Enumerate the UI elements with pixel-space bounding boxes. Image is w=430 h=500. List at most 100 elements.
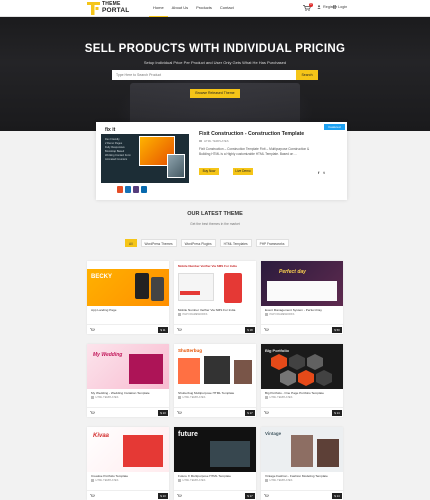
featured-category[interactable]: HTML TEMPLATES (199, 139, 229, 143)
product-title[interactable]: App Landing Page (91, 308, 165, 312)
product-title[interactable]: Mobile Number Verifier Via SMS For India (178, 308, 252, 312)
twitter-icon[interactable]: t (323, 170, 324, 175)
search-input[interactable] (112, 70, 296, 80)
product-thumbnail[interactable]: My Wedding (87, 344, 169, 389)
featured-ribbon: Featured (324, 124, 345, 130)
product-title[interactable]: Creative Portfolio Template (91, 474, 165, 478)
browse-themes-button[interactable]: Browse Released Theme (190, 89, 240, 98)
menu-item-home[interactable]: Home (149, 0, 168, 17)
section-title: OUR LATEST THEME (187, 211, 243, 217)
facebook-icon[interactable]: f (318, 170, 319, 175)
jquery-icon (141, 186, 147, 193)
product-card[interactable]: Kivaa Creative Portfolio Template HTML T… (87, 427, 169, 500)
product-thumbnail[interactable]: Mobile Number Verifier Via SMS For India (174, 261, 256, 306)
product-card[interactable]: future Future X Multipurpose HTML Templa… (174, 427, 256, 500)
product-category[interactable]: HTML TEMPLATES (178, 479, 205, 482)
product-footer: $ 17 (174, 407, 256, 417)
product-card[interactable]: My Wedding My Wedding - Wedding Invitati… (87, 344, 169, 417)
menu-item-about[interactable]: About Us (168, 0, 192, 17)
tag-icon (265, 396, 268, 399)
product-card[interactable]: Vintage Vintage Fashion - Fashion Modeli… (261, 427, 343, 500)
search-button[interactable]: Search (296, 70, 318, 80)
add-to-cart-icon[interactable] (177, 494, 182, 498)
product-category[interactable]: HTML TEMPLATES (178, 396, 205, 399)
main-menu: Home About Us Products Contact (149, 0, 238, 17)
product-title[interactable]: My Wedding - Wedding Invitation Template (91, 391, 165, 395)
device-mockup (204, 356, 230, 384)
add-to-cart-icon[interactable] (177, 328, 182, 332)
thumb-caption: My Wedding (93, 352, 123, 358)
photo-mockup (317, 439, 339, 467)
product-thumbnail[interactable]: future (174, 427, 256, 472)
product-thumbnail[interactable]: Shutterbug (174, 344, 256, 389)
product-title[interactable]: Vintage Fashion - Fashion Modeling Templ… (265, 474, 339, 478)
login-link[interactable]: Login (332, 5, 347, 9)
tab-wordpress-themes[interactable]: WordPress Themes (140, 239, 177, 247)
bootstrap-icon (133, 186, 139, 193)
product-title[interactable]: Event Management System - Perfect Day (265, 308, 339, 312)
logo-line2: PORTAL (102, 7, 130, 14)
featured-category-label: HTML TEMPLATES (204, 139, 229, 143)
product-price: $ 17 (245, 493, 255, 499)
cart-count-badge: 0 (309, 3, 313, 7)
live-demo-button[interactable]: Live Demo (233, 168, 253, 175)
device-mockup (234, 360, 252, 384)
product-category-label: HTML TEMPLATES (182, 396, 206, 399)
tab-php-frameworks[interactable]: PHP Frameworks (255, 239, 289, 247)
add-to-cart-icon[interactable] (90, 411, 95, 415)
device-mockup (210, 441, 250, 467)
featured-title[interactable]: Fixit Construction - Construction Templa… (199, 131, 304, 137)
product-card[interactable]: Perfect day Event Management System - Pe… (261, 261, 343, 334)
product-category[interactable]: HTML TEMPLATES (91, 396, 118, 399)
product-card[interactable]: Mobile Number Verifier Via SMS For India… (174, 261, 256, 334)
add-to-cart-icon[interactable] (264, 328, 269, 332)
add-to-cart-icon[interactable] (264, 494, 269, 498)
hexagon-pattern (271, 354, 332, 386)
user-icon (317, 5, 321, 9)
product-category-label: HTML TEMPLATES (269, 396, 293, 399)
thumb-caption: Vintage (265, 431, 282, 436)
feature-item: Animated Counters (105, 158, 128, 161)
product-card[interactable]: BECKY App Landing Page $ 11 (87, 261, 169, 334)
thumb-caption: BECKY (91, 274, 113, 280)
menu-item-products[interactable]: Products (192, 0, 216, 17)
tab-wordpress-plugins[interactable]: WordPress Plugins (180, 239, 216, 247)
product-footer: $ 13 (87, 407, 169, 417)
featured-screenshot[interactable]: fix it Dev Friendly 2 Demo Pages Fully R… (101, 126, 189, 183)
tag-icon (91, 479, 94, 482)
product-title[interactable]: Future X Multipurpose HTML Template (178, 474, 252, 478)
product-category[interactable]: HTML TEMPLATES (265, 479, 292, 482)
product-thumbnail[interactable]: Perfect day (261, 261, 343, 306)
product-title[interactable]: Shutterbug Multipurpose HTML Template (178, 391, 252, 395)
buy-now-button[interactable]: Buy Now (199, 168, 219, 175)
product-card[interactable]: Big Portfolio Big Portfolio - One Page P… (261, 344, 343, 417)
add-to-cart-icon[interactable] (177, 411, 182, 415)
tag-icon (91, 396, 94, 399)
thumb-caption: Kivaa (93, 433, 110, 439)
product-price: $ 14 (332, 493, 342, 499)
product-category[interactable]: PHP FRAMEWORKS (178, 313, 207, 316)
product-title[interactable]: Big Portfolio - One Page Portfolio Templ… (265, 391, 339, 395)
product-category[interactable]: PHP FRAMEWORKS (265, 313, 294, 316)
site-logo[interactable]: THEME PORTAL (87, 1, 129, 16)
product-price: $ 50 (332, 327, 342, 333)
product-card[interactable]: Shutterbug Shutterbug Multipurpose HTML … (174, 344, 256, 417)
add-to-cart-icon[interactable] (90, 494, 95, 498)
tag-icon (265, 479, 268, 482)
product-price: $ 13 (158, 410, 168, 416)
product-thumbnail[interactable]: Vintage (261, 427, 343, 472)
tab-html-templates[interactable]: HTML Templates (219, 239, 252, 247)
login-label: Login (338, 5, 348, 9)
product-category-label: HTML TEMPLATES (182, 479, 206, 482)
add-to-cart-icon[interactable] (264, 411, 269, 415)
css3-icon (125, 186, 131, 193)
product-thumbnail[interactable]: Big Portfolio (261, 344, 343, 389)
thumb-caption: Mobile Number Verifier Via SMS For India (178, 264, 237, 268)
menu-item-contact[interactable]: Contact (216, 0, 238, 17)
tab-all[interactable]: All (125, 239, 137, 247)
product-category[interactable]: HTML TEMPLATES (91, 479, 118, 482)
product-thumbnail[interactable]: BECKY (87, 261, 169, 306)
product-category[interactable]: HTML TEMPLATES (265, 396, 292, 399)
add-to-cart-icon[interactable] (90, 328, 95, 332)
product-thumbnail[interactable]: Kivaa (87, 427, 169, 472)
